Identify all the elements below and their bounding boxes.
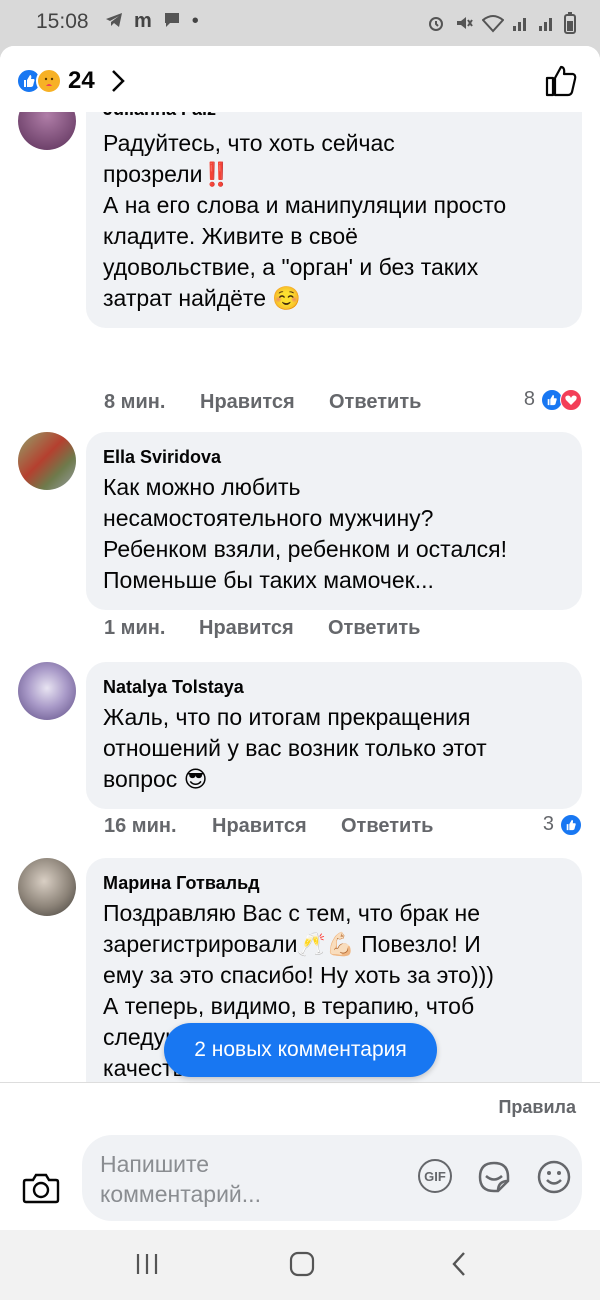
comment-input[interactable]: Напишите комментарий... GIF (82, 1135, 582, 1221)
comment-author[interactable]: Natalya Tolstaya (103, 676, 564, 698)
like-button[interactable]: Нравится (199, 617, 328, 640)
status-time: 15:08 (36, 10, 89, 33)
comment-author[interactable]: Марина Готвальд (103, 872, 564, 894)
back-icon[interactable] (448, 1250, 470, 1278)
emoji-icon[interactable] (536, 1159, 572, 1195)
comment-reactions[interactable]: 3 (543, 813, 582, 836)
comment-text: Как можно любить несамостоятельного мужч… (103, 474, 508, 593)
reply-button[interactable]: Ответить (328, 617, 420, 640)
comment-actions: 8 мин. Нравится Ответить (104, 391, 421, 414)
new-comments-button[interactable]: 2 новых комментария (164, 1023, 437, 1077)
notification-icons: m • (104, 10, 199, 33)
comment-author[interactable]: Ella Sviridova (103, 446, 564, 468)
comment-composer: Правила Напишите комментарий... GIF (0, 1082, 600, 1230)
like-reaction-icon (560, 813, 582, 836)
comment-actions: 16 мин. Нравится Ответить (104, 815, 433, 838)
reaction-count: 8 (523, 388, 535, 410)
reply-button[interactable]: Ответить (341, 815, 433, 838)
comments-sheet: 24 Julianna Falz Радуйтесь, что хоть сей… (0, 46, 600, 1230)
signal-icon (539, 18, 552, 31)
reply-button[interactable]: Ответить (329, 391, 421, 414)
avatar[interactable] (18, 112, 76, 150)
like-outline-icon[interactable] (544, 64, 578, 98)
camera-icon[interactable] (22, 1171, 60, 1205)
avatar[interactable] (18, 432, 76, 490)
comment-bubble[interactable]: Natalya Tolstaya Жаль, что по итогам пре… (86, 662, 582, 809)
reactions-header[interactable]: 24 (0, 46, 600, 112)
rules-link[interactable]: Правила (498, 1097, 576, 1118)
avatar[interactable] (18, 662, 76, 720)
love-reaction-icon (560, 388, 582, 411)
reaction-icons (16, 68, 66, 94)
chevron-right-icon[interactable] (110, 68, 126, 94)
comment-text: Жаль, что по итогам прекращения отношени… (103, 704, 487, 792)
message-icon (164, 13, 179, 27)
reaction-count: 24 (68, 67, 95, 94)
sticker-icon[interactable] (476, 1159, 512, 1195)
status-bar: 15:08 m • (0, 0, 600, 46)
like-button[interactable]: Нравится (200, 391, 329, 414)
telegram-icon (106, 13, 122, 27)
comment-bubble[interactable]: Julianna Falz Радуйтесь, что хоть сейчас… (86, 112, 582, 328)
system-nav-bar (0, 1230, 600, 1300)
dot-icon: • (191, 10, 199, 32)
home-icon[interactable] (288, 1250, 316, 1278)
avatar[interactable] (18, 858, 76, 916)
battery-icon (564, 12, 576, 34)
reaction-count: 3 (542, 813, 554, 835)
recent-apps-icon[interactable] (134, 1250, 160, 1278)
alarm-icon (429, 17, 443, 31)
m-icon: m (134, 10, 152, 32)
comment-time[interactable]: 8 мин. (104, 391, 200, 414)
comment-time[interactable]: 16 мин. (104, 815, 212, 838)
mute-icon (457, 17, 473, 29)
comment-reactions[interactable]: 8 (524, 388, 582, 411)
comment-bubble[interactable]: Ella Sviridova Как можно любить несамост… (86, 432, 582, 610)
comments-feed[interactable]: Julianna Falz Радуйтесь, что хоть сейчас… (0, 112, 600, 1082)
comment-text: Радуйтесь, что хоть сейчас прозрели‼️ А … (103, 130, 507, 311)
wifi-icon (482, 15, 504, 33)
comment-actions: 1 мин. Нравится Ответить (104, 617, 420, 640)
system-icons (426, 12, 576, 34)
comment-time[interactable]: 1 мин. (104, 617, 199, 640)
comment-author[interactable]: Julianna Falz (103, 112, 564, 120)
comment-input-placeholder: Напишите комментарий... (100, 1151, 261, 1207)
signal-icon (513, 18, 526, 31)
gif-icon[interactable]: GIF (418, 1159, 452, 1193)
care-reaction-icon (36, 68, 62, 94)
like-button[interactable]: Нравится (212, 815, 341, 838)
